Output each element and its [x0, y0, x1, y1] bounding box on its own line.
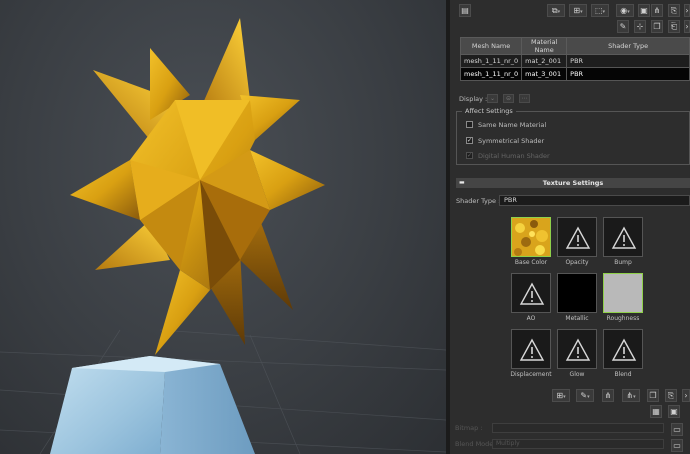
warning-icon — [565, 226, 591, 249]
column-header-material-name[interactable]: Material Name — [521, 37, 568, 55]
symmetrical-shader-label: Symmetrical Shader — [478, 137, 545, 145]
shader-type-cell: PBR — [566, 54, 690, 68]
bitmap-field — [492, 423, 664, 433]
material-list-icon[interactable]: ▤ — [459, 4, 471, 17]
texture-settings-title: Texture Settings — [542, 179, 604, 187]
texture-share-icon[interactable]: ⋔ — [602, 389, 614, 402]
export-icon[interactable]: ⎘ — [668, 4, 680, 17]
share-icon[interactable]: ⋔ — [651, 4, 663, 17]
warning-icon — [611, 338, 637, 361]
texture-copy-icon[interactable]: ❐ — [647, 389, 659, 402]
bump-slot[interactable] — [603, 217, 643, 257]
material-table: Mesh Name Material Name Shader Type mesh… — [459, 37, 690, 81]
warning-icon — [565, 338, 591, 361]
blend-slot[interactable] — [603, 329, 643, 369]
bitmap-lock-icon: ▭ — [671, 423, 683, 436]
ice-pedestal — [50, 356, 255, 454]
base-color-texture-thumbnail — [512, 218, 550, 256]
material-name-cell: mat_2_001 — [521, 54, 568, 68]
bump-label: Bump — [614, 259, 632, 266]
digital-human-shader-checkbox: ✓ — [466, 152, 473, 159]
texture-paste-icon[interactable]: ⎘ — [665, 389, 677, 402]
display-mode-icon-1[interactable]: ⌄ — [487, 94, 498, 103]
load-icon[interactable]: ⊞▾ — [569, 4, 587, 17]
blend-mode-dropdown: Multiply — [492, 439, 664, 449]
roughness-label: Roughness — [606, 315, 640, 322]
eyedropper-icon[interactable]: ✎ — [617, 20, 629, 33]
layers-icon[interactable]: ⧉▾ — [547, 4, 565, 17]
affect-settings-title: Affect Settings — [462, 107, 516, 115]
roughness-slot[interactable] — [603, 273, 643, 313]
opacity-slot[interactable] — [557, 217, 597, 257]
gold-star-mesh — [70, 18, 325, 355]
ao-slot[interactable] — [511, 273, 551, 313]
metallic-slot[interactable] — [557, 273, 597, 313]
collapse-chevron-icon: ▬ — [459, 179, 465, 186]
more-icon-2[interactable]: › — [684, 20, 690, 33]
duplicate-icon[interactable]: ❐ — [651, 20, 663, 33]
displacement-slot[interactable] — [511, 329, 551, 369]
mesh-name-cell: mesh_1_11_nr_0 — [459, 67, 523, 81]
shader-type-dropdown[interactable]: PBR — [499, 195, 690, 206]
import-icon[interactable]: ⎗ — [668, 20, 680, 33]
blend-lock-icon: ▭ — [671, 439, 683, 452]
blend-label: Blend — [614, 371, 632, 378]
texture-more-icon[interactable]: › — [682, 389, 690, 402]
warning-icon — [519, 282, 545, 305]
bitmap-label: Bitmap : — [455, 424, 483, 432]
same-name-material-checkbox[interactable] — [466, 121, 473, 128]
image-view-icon[interactable]: ▣ — [668, 405, 680, 418]
cube-icon[interactable]: ▣ — [638, 4, 650, 17]
warning-icon — [519, 338, 545, 361]
column-header-mesh-name[interactable]: Mesh Name — [459, 37, 523, 55]
material-name-cell: mat_3_001 — [521, 67, 568, 81]
column-header-shader-type[interactable]: Shader Type — [566, 37, 690, 55]
more-icon[interactable]: › — [684, 4, 690, 17]
table-row-selected[interactable]: mesh_1_11_nr_0 mat_3_001 PBR — [459, 67, 690, 81]
3d-viewport[interactable] — [0, 0, 446, 454]
load-texture-icon[interactable]: ⊞▾ — [552, 389, 570, 402]
warning-icon — [611, 226, 637, 249]
display-label: Display : — [459, 95, 488, 103]
viewport-scene — [0, 18, 446, 454]
mesh-name-cell: mesh_1_11_nr_0 — [459, 54, 523, 68]
pick-icon[interactable]: ⊹ — [634, 20, 646, 33]
shader-type-cell: PBR — [566, 67, 690, 81]
grid-view-icon[interactable]: ▦ — [650, 405, 662, 418]
base-color-slot[interactable] — [511, 217, 551, 257]
table-row[interactable]: mesh_1_11_nr_0 mat_2_001 PBR — [459, 54, 690, 68]
settings-icon[interactable]: ◉▾ — [616, 4, 634, 17]
texture-settings-header[interactable]: ▬ Texture Settings — [456, 178, 690, 188]
digital-human-shader-label: Digital Human Shader — [478, 152, 550, 160]
save-icon[interactable]: ⬚▾ — [591, 4, 609, 17]
glow-slot[interactable] — [557, 329, 597, 369]
display-mode-icon-2[interactable]: ⊝ — [503, 94, 514, 103]
display-mode-icon-3[interactable]: ⋯ — [519, 94, 530, 103]
edit-texture-icon[interactable]: ✎▾ — [576, 389, 594, 402]
texture-link-icon[interactable]: ⋔▾ — [622, 389, 640, 402]
symmetrical-shader-checkbox[interactable]: ✓ — [466, 137, 473, 144]
material-settings-panel: ▤ ⧉▾ ⊞▾ ⬚▾ ◉▾ ▣ ✎ ⊹ ⋔ ❐ ⎘ ⎗ › › Mesh Nam… — [450, 0, 690, 454]
shader-type-label: Shader Type : — [456, 197, 501, 205]
same-name-material-label: Same Name Material — [478, 121, 547, 129]
